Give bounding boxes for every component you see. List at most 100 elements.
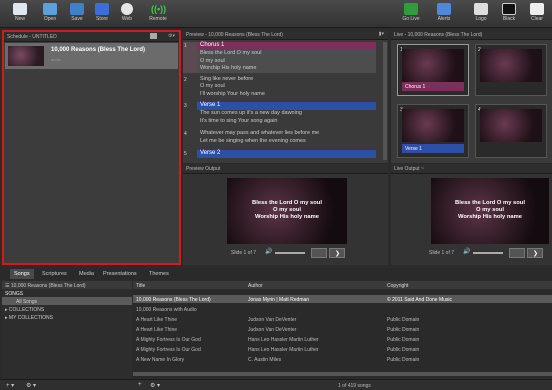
- cell-copyright: Public Domain: [387, 336, 420, 343]
- new-button[interactable]: New: [8, 2, 32, 26]
- table-row[interactable]: A Heart Like Thine Judson Van DeVenter P…: [133, 315, 552, 323]
- web-button[interactable]: Web: [115, 2, 139, 26]
- sidebar-item-label: COLLECTIONS: [8, 306, 45, 313]
- sidebar-item-all-songs[interactable]: All Songs: [2, 297, 132, 305]
- preview-output-panel: Preview Output Bless the Lord O my soul …: [183, 164, 388, 265]
- panel-menu-icon[interactable]: ▮▾: [379, 31, 384, 37]
- song-settings-icon[interactable]: ⚙ ▾: [150, 382, 160, 389]
- lyric-line: Whatever may pass and whatever lies befo…: [200, 130, 320, 136]
- horizontal-scrollbar[interactable]: [133, 372, 552, 376]
- slide-number: 1: [184, 43, 187, 49]
- save-button[interactable]: Save: [65, 2, 89, 26]
- clear-icon: [530, 3, 544, 15]
- slide-number: 4: [184, 131, 187, 137]
- preview-slide-2[interactable]: 2 Sing like never before O my soul I'll …: [183, 76, 376, 99]
- cell-author: Hans Leo Hassler Martin Luther: [248, 346, 319, 353]
- table-row[interactable]: 10,000 Reasons with Audio: [133, 305, 552, 313]
- table-row[interactable]: A Mighty Fortress Is Our God Hans Leo Ha…: [133, 335, 552, 343]
- prev-slide-button[interactable]: [311, 248, 327, 258]
- preview-slide-5[interactable]: 5 Verse 2: [183, 150, 376, 158]
- column-copyright[interactable]: Copyright: [387, 283, 408, 289]
- schedule-title: Schedule - UNTITLED: [7, 34, 57, 40]
- save-icon: [70, 3, 84, 15]
- table-row[interactable]: 10,000 Reasons (Bless The Lord) Jonas My…: [133, 295, 552, 303]
- store-button[interactable]: Store: [90, 2, 114, 26]
- library-tabs: Songs Scriptures Media Presentations The…: [0, 268, 552, 280]
- next-slide-button[interactable]: ❯: [329, 248, 345, 258]
- sidebar-item-my-collections[interactable]: ▸ MY COLLECTIONS: [2, 313, 132, 321]
- preview-scrollbar[interactable]: [383, 42, 387, 160]
- live-slide-card-2[interactable]: 2: [475, 44, 547, 96]
- next-slide-button[interactable]: ❯: [527, 248, 543, 258]
- table-row[interactable]: A New Name In Glory C. Austin Miles Publ…: [133, 355, 552, 363]
- lyric-line: Sing like never before: [200, 75, 254, 82]
- song-count: 1 of 419 songs: [338, 383, 371, 389]
- tab-media[interactable]: Media: [75, 269, 98, 279]
- volume-icon[interactable]: 🔊: [265, 248, 272, 255]
- open-button[interactable]: Open: [38, 2, 62, 26]
- songs-section-label: SONGS: [5, 290, 24, 297]
- black-screen-icon: [502, 3, 516, 15]
- cell-copyright: Public Domain: [387, 326, 420, 333]
- go-live-button[interactable]: Go Live: [398, 2, 424, 26]
- volume-slider[interactable]: [275, 252, 305, 254]
- tab-themes[interactable]: Themes: [145, 269, 173, 279]
- new-file-icon: [13, 3, 27, 15]
- preview-slide-4[interactable]: 4 Whatever may pass and whatever lies be…: [183, 130, 376, 145]
- lyric-line: O my soul: [200, 57, 225, 64]
- next-arrow-icon: ❯: [533, 251, 539, 257]
- cell-author: C. Austin Miles: [248, 356, 282, 363]
- sidebar-item-label: MY COLLECTIONS: [8, 314, 53, 321]
- tab-scriptures[interactable]: Scriptures: [38, 269, 71, 279]
- sidebar-item-collections[interactable]: ▸ COLLECTIONS: [2, 305, 132, 313]
- live-slide-card-4[interactable]: 4: [475, 104, 547, 158]
- table-row[interactable]: A Mighty Fortress Is Our God Hans Leo Ha…: [133, 345, 552, 353]
- settings-dropdown-icon[interactable]: ⚙▾: [168, 33, 175, 39]
- cell-copyright: © 2011 Said And Done Music: [387, 296, 453, 303]
- settings-icon[interactable]: ⚙ ▾: [26, 382, 36, 389]
- tab-presentations[interactable]: Presentations: [99, 269, 141, 279]
- cell-copyright: Public Domain: [387, 316, 420, 323]
- logo-button[interactable]: Logo: [469, 2, 493, 26]
- preview-slide-1[interactable]: 1 Chorus 1 Bless the Lord O my soul O my…: [183, 42, 376, 73]
- prev-slide-button[interactable]: [509, 248, 525, 258]
- volume-slider[interactable]: [473, 252, 503, 254]
- live-slide-card-3[interactable]: 3 Verse 1: [397, 104, 469, 158]
- column-title[interactable]: Title: [136, 283, 145, 289]
- cell-title: A New Name In Glory: [136, 356, 185, 363]
- store-icon: [95, 3, 109, 15]
- live-output-title: Live Output ~: [394, 166, 424, 172]
- library-sidebar: ☰ 10,000 Reasons (Bless The Lord) SONGS …: [2, 281, 132, 378]
- volume-icon[interactable]: 🔊: [463, 248, 470, 255]
- black-button[interactable]: Black: [497, 2, 521, 26]
- lyric-line: The sun comes up it's a new day dawning: [200, 110, 302, 116]
- slide-section-label: Chorus 1: [197, 42, 376, 50]
- slide-section-label: Verse 1: [197, 102, 376, 110]
- alert-icon: [437, 3, 451, 15]
- lyric-line: Bless the Lord O my soul: [200, 50, 262, 56]
- live-slide-card-1[interactable]: 1 Chorus 1: [397, 44, 469, 96]
- add-icon[interactable]: + ▾: [6, 382, 14, 389]
- clear-button[interactable]: Clear: [525, 2, 549, 26]
- slide-thumbnail: [402, 49, 464, 82]
- cell-title: A Mighty Fortress Is Our God: [136, 346, 201, 353]
- remote-button[interactable]: ((•)) Remote: [146, 2, 170, 26]
- preview-slide-3[interactable]: 3 Verse 1 The sun comes up it's a new da…: [183, 102, 376, 125]
- tab-songs[interactable]: Songs: [10, 269, 34, 279]
- table-header: Title Author Copyright: [133, 281, 552, 289]
- add-song-icon[interactable]: +: [138, 382, 142, 388]
- lyric-line: Worship His holy name: [200, 65, 257, 71]
- slide-thumbnail: [480, 109, 542, 142]
- sidebar-item-label: All Songs: [16, 298, 38, 305]
- lyric-line: Worship His holy name: [458, 214, 522, 220]
- schedule-item-title: 10,000 Reasons (Bless The Lord): [51, 47, 146, 53]
- grid-view-icon[interactable]: [150, 33, 157, 39]
- alerts-button[interactable]: Alerts: [432, 2, 456, 26]
- cell-title: A Mighty Fortress Is Our God: [136, 336, 201, 343]
- live-panel: Live - 10,000 Reasons (Bless The Lord) 1…: [391, 30, 552, 163]
- table-row[interactable]: A Heart Like Thine Judson Van DeVenter P…: [133, 325, 552, 333]
- column-author[interactable]: Author: [248, 283, 263, 289]
- schedule-item[interactable]: 10,000 Reasons (Bless The Lord) audio: [5, 43, 178, 69]
- slide-lyrics: Whatever may pass and whatever lies befo…: [197, 130, 376, 145]
- cell-author: Hans Leo Hassler Martin Luther: [248, 336, 319, 343]
